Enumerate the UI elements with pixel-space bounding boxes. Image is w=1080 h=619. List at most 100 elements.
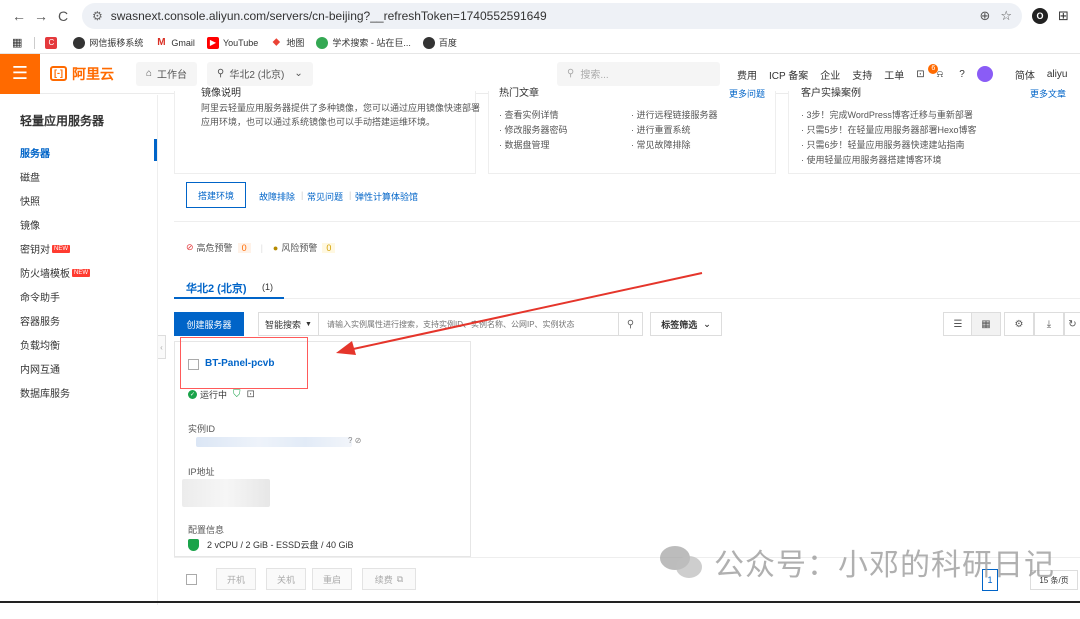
sidebar-item-load-balancer[interactable]: 负载均衡 [20, 337, 60, 352]
help-icon[interactable]: ? [959, 69, 965, 80]
shield-check-icon: ⛉ [233, 389, 241, 400]
sidebar-item-firewall-templates[interactable]: 防火墙模板 NEW [20, 265, 90, 280]
bookmark-2[interactable]: ▶ YouTube [206, 36, 258, 49]
star-icon[interactable]: ☆ [1000, 8, 1012, 24]
lang-switch[interactable]: 简体 [1015, 67, 1035, 82]
doc-link-experience[interactable]: 弹性计算体验馆 [355, 190, 418, 203]
sidebar-item-database[interactable]: 数据库服务 [20, 385, 70, 400]
instance-checkbox[interactable] [188, 359, 199, 370]
hot-doc-link[interactable]: · 进行远程链接服务器 [631, 108, 718, 121]
extensions-puzzle-icon[interactable]: ⊞ [1058, 8, 1069, 24]
case-link[interactable]: · 只需6步！轻量应用服务器快速建站指南 [801, 138, 965, 151]
bookmark-5[interactable]: 百度 [422, 36, 457, 49]
instance-name-link[interactable]: BT-Panel-pcvb [205, 358, 274, 369]
risk-alert-label[interactable]: 风险预警 [281, 241, 317, 254]
ip-address-redacted [182, 479, 270, 507]
renew-button[interactable]: 续费 ⧉ [362, 568, 416, 590]
url-text[interactable]: swasnext.console.aliyun.com/servers/cn-b… [111, 9, 970, 23]
copy-icon[interactable]: ? ⊘ [348, 436, 361, 445]
sidebar-item-command-assistant[interactable]: 命令助手 [20, 289, 60, 304]
bookmark-3[interactable]: ⬥ 地图 [270, 36, 304, 49]
forward-icon[interactable]: → [30, 8, 52, 24]
nav-link-ticket[interactable]: 工单 [884, 67, 904, 82]
wechat-icon [660, 544, 704, 580]
wechat-watermark: 公众号：小邓的科研日记 [660, 540, 1055, 584]
case-link[interactable]: · 只需5步！在轻量应用服务器部署Hexo博客 [801, 123, 977, 136]
sidebar-item-images[interactable]: 镜像 [20, 217, 40, 232]
power-on-button[interactable]: 开机 [216, 568, 256, 590]
refresh-icon[interactable]: ↻ [1064, 312, 1080, 336]
bookmark-4[interactable]: 学术搜索 - 站在巨... [316, 36, 411, 49]
active-tab-underline [174, 297, 284, 299]
url-field[interactable]: ⚙ swasnext.console.aliyun.com/servers/cn… [82, 3, 1022, 29]
instance-id-redacted [196, 437, 352, 447]
intro-card: 镜像说明 阿里云轻量应用服务器提供了多种镜像，您可以通过应用镜像快速部署应用环境… [174, 88, 480, 174]
restart-button[interactable]: 重启 [312, 568, 352, 590]
workbench-button[interactable]: ⌂ 工作台 [136, 61, 198, 86]
sidebar: 轻量应用服务器 服务器 磁盘 快照 镜像 密钥对 NEW 防火墙模板 NEW 命令助… [0, 95, 158, 605]
terminal-icon[interactable]: ⊡ [916, 69, 924, 80]
nav-link-icp[interactable]: ICP 备案 [769, 67, 808, 82]
smart-search-dropdown[interactable]: 智能搜索 ▼ [259, 313, 319, 335]
nav-link-enterprise[interactable]: 企业 [820, 67, 840, 82]
high-alert-label[interactable]: 高危预警 [197, 241, 233, 254]
config-info: 2 vCPU / 2 GiB - ESSD云盘 / 40 GiB [188, 538, 354, 551]
back-icon[interactable]: ← [8, 8, 30, 24]
create-server-button[interactable]: 创建服务器 [174, 312, 244, 336]
essd-disk-icon [188, 538, 199, 551]
sidebar-item-disks[interactable]: 磁盘 [20, 169, 40, 184]
apps-grid-icon[interactable]: ▦ [12, 36, 22, 49]
search-icon: ⚲ [567, 68, 575, 79]
bell-icon[interactable]: ⍾ 6 [928, 63, 943, 80]
hot-doc-link[interactable]: · 常见故障排除 [631, 138, 691, 151]
case-link[interactable]: · 使用轻量应用服务器搭建博客环境 [801, 153, 942, 166]
menu-icon[interactable]: ☰ [0, 53, 40, 94]
bookmark-1[interactable]: M Gmail [155, 37, 195, 49]
build-env-button[interactable]: 搭建环境 [186, 182, 246, 208]
monitor-icon[interactable]: ⊡ [247, 389, 255, 400]
hot-doc-link[interactable]: · 进行重置系统 [631, 123, 691, 136]
zoom-icon[interactable]: ⊕ [979, 8, 990, 24]
bookmark-csdn[interactable]: C [45, 36, 61, 49]
bookmark-0[interactable]: 网信振移系统 [73, 36, 143, 49]
tab-region-beijing[interactable]: 华北2 (北京) [186, 280, 247, 296]
sidebar-item-snapshots[interactable]: 快照 [20, 193, 40, 208]
select-all-checkbox[interactable] [186, 574, 197, 585]
sidebar-item-intranet[interactable]: 内网互通 [20, 361, 60, 376]
user-account[interactable]: aliyu [1047, 69, 1068, 80]
reload-icon[interactable]: C [52, 8, 74, 24]
list-view-icon[interactable]: ☰ [943, 312, 973, 336]
risk-icon: ● [272, 242, 279, 253]
chevron-down-icon: ⌄ [294, 68, 303, 79]
nav-link-support[interactable]: 支持 [852, 67, 872, 82]
sidebar-item-container[interactable]: 容器服务 [20, 313, 60, 328]
hot-doc-link[interactable]: · 查看实例详情 [499, 108, 559, 121]
customer-cases-card: 客户实操案例 更多文章 · 3步！完成WordPress博客迁移与重新部署 · … [788, 88, 1080, 174]
doc-link-faq[interactable]: 常见问题 [307, 190, 343, 203]
youtube-icon: ▶ [206, 36, 219, 49]
aliyun-logo[interactable]: [-] 阿里云 [50, 64, 114, 84]
instance-id-label: 实例ID [188, 424, 216, 434]
region-selector[interactable]: ⚲ 华北2 (北京) ⌄ [207, 61, 313, 86]
avatar[interactable] [976, 66, 993, 82]
notification-badge: 6 [928, 63, 939, 74]
site-info-icon[interactable]: ⚙ [92, 9, 103, 23]
hot-doc-link[interactable]: · 数据盘管理 [499, 138, 550, 151]
settings-icon[interactable]: ⚙ [1004, 312, 1034, 336]
console-search-input[interactable]: ⚲ 搜索... [557, 61, 720, 86]
download-icon[interactable]: ⤓ [1034, 312, 1064, 336]
power-off-button[interactable]: 关机 [266, 568, 306, 590]
sidebar-collapse-toggle[interactable]: ‹ [158, 335, 166, 359]
grid-view-icon[interactable]: ▦ [971, 312, 1001, 336]
hot-docs-more-link[interactable]: 更多问题 [729, 87, 765, 100]
extension-icon[interactable]: O [1032, 8, 1048, 24]
cases-more-link[interactable]: 更多文章 [1030, 87, 1066, 100]
hot-doc-link[interactable]: · 修改服务器密码 [499, 123, 568, 136]
cases-title: 客户实操案例 [801, 88, 861, 99]
bookmark-separator [34, 36, 36, 49]
doc-link-troubleshoot[interactable]: 故障排除 [259, 190, 295, 203]
sidebar-item-keypairs[interactable]: 密钥对 NEW [20, 241, 70, 256]
nav-link-fee[interactable]: 费用 [737, 67, 757, 82]
case-link[interactable]: · 3步！完成WordPress博客迁移与重新部署 [801, 108, 973, 121]
sidebar-item-servers[interactable]: 服务器 [20, 145, 50, 160]
